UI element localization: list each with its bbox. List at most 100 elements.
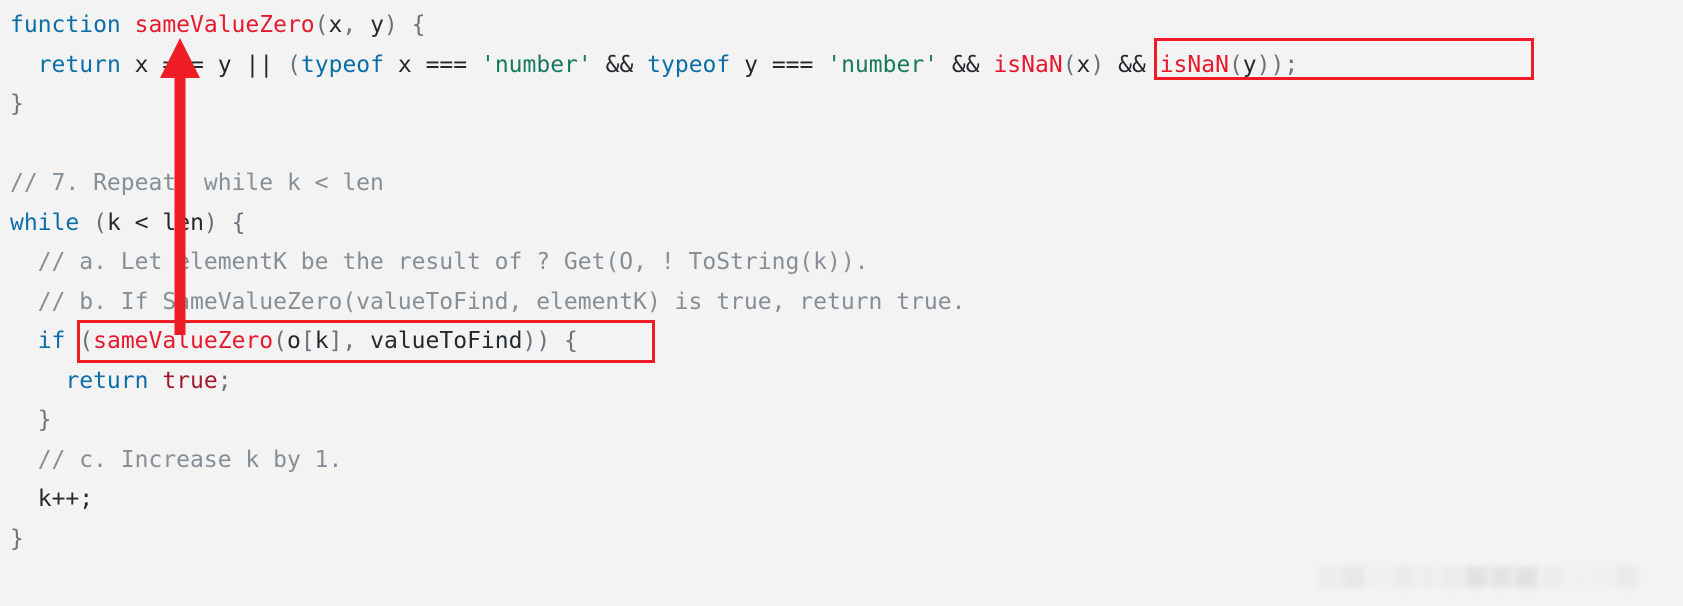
code-token: y [370,12,384,38]
code-token: 'number' [480,51,592,78]
code-line: // c. Increase k by 1. [10,441,1298,481]
code-block[interactable]: function sameValueZero(x, y) { return x … [10,6,1298,559]
code-token: x [1076,51,1091,78]
code-token: && [1118,51,1146,78]
code-token: < [120,209,163,236]
code-line: // b. If SameValueZero(valueToFind, elem… [10,283,1298,323]
code-line: } [10,401,1298,441]
code-token: len [162,209,204,236]
code-token: && [951,51,980,78]
code-token: typeof [300,51,384,78]
code-token: ++; [51,486,94,512]
code-token: k [314,328,329,354]
code-token: y [744,51,758,78]
code-token: valueToFind [370,328,523,354]
code-token: x [397,51,412,78]
code-token: && [605,51,634,78]
code-token: typeof [647,51,731,78]
code-line: function sameValueZero(x, y) { [10,6,1298,46]
code-token: sameValueZero [134,12,315,38]
code-token: ) [1090,51,1105,78]
code-token: // c. Increase k by 1. [10,446,343,473]
code-token: ( [93,209,107,236]
code-token: // b. If SameValueZero(valueToFind, elem… [10,288,966,315]
code-token: ] [328,328,343,354]
code-token: )); [1256,51,1299,78]
code-line: return true; [10,362,1298,402]
code-token: 'number' [827,51,939,78]
code-snippet-screenshot: function sameValueZero(x, y) { return x … [0,0,1683,606]
code-token: while [10,209,80,236]
code-token: )) [522,328,551,354]
code-token: y [217,51,232,78]
code-token: { [411,12,426,38]
code-token: return [65,367,149,394]
code-token: x [134,51,149,78]
code-token: || [245,51,274,78]
code-line: if (sameValueZero(o[k], valueToFind)) { [10,322,1298,362]
code-token: y [1242,51,1257,78]
code-token: sameValueZero [93,328,274,354]
code-token: // a. Let elementK be the result of ? Ge… [10,249,869,275]
code-token: function [10,12,135,38]
code-token: ( [1228,51,1243,78]
code-token: } [10,407,52,433]
code-token: k [106,209,121,236]
code-token: if [37,328,66,354]
code-token: { [564,328,578,354]
code-token: isNaN [993,51,1063,78]
code-token: ( [314,12,329,38]
code-token: === [757,51,828,78]
code-line: while (k < len) { [10,204,1298,244]
code-token: === [148,51,218,78]
code-token: k [37,486,52,512]
code-token: ( [287,51,301,78]
code-token: ) [203,209,232,236]
code-token: ( [79,328,94,354]
code-token: ; [217,367,232,394]
code-token: ) [383,12,412,38]
code-token: ( [1062,51,1077,78]
code-token: , [342,328,371,354]
code-token: isNaN [1159,51,1229,78]
code-token: ( [273,328,287,354]
code-token: } [10,525,24,552]
code-token: { [231,209,246,236]
code-token: } [10,91,24,117]
code-line: // 7. Repeat, while k < len [10,164,1298,204]
blurred-watermark [1318,563,1639,591]
code-token: return [37,51,121,78]
code-token: x [328,12,343,38]
code-line: } [10,520,1298,560]
code-line: return x === y || (typeof x === 'number'… [10,46,1299,86]
code-line: } [10,85,1298,125]
code-token: [ [300,328,315,354]
code-token: , [342,12,371,38]
code-line: k++; [10,480,1298,520]
code-token: o [287,328,301,354]
code-line: // a. Let elementK be the result of ? Ge… [10,243,1298,283]
code-token: === [411,51,481,78]
code-token: // 7. Repeat, while k < len [10,170,384,196]
code-token: true [162,367,218,394]
